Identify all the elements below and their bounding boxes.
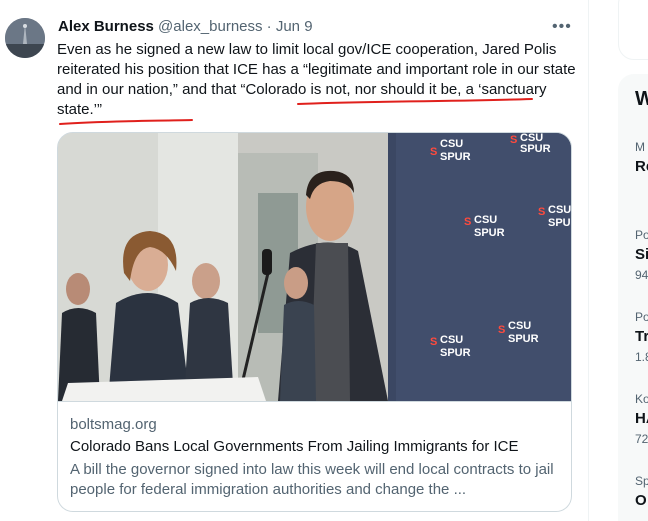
author-avatar[interactable]: [5, 18, 45, 58]
trend-1-category: M: [635, 140, 645, 154]
svg-text:S: S: [464, 216, 471, 228]
backdrop-logo-line2: SPUR: [440, 151, 471, 163]
trend-3-title[interactable]: Tr: [635, 328, 648, 345]
svg-text:SPUR: SPUR: [474, 227, 505, 239]
trend-3-category: Po: [635, 310, 648, 324]
trend-2-category: Po: [635, 228, 648, 242]
tweet-date[interactable]: Jun 9: [276, 18, 313, 35]
trend-4-sub: 72: [635, 432, 648, 446]
svg-text:S: S: [510, 134, 517, 146]
trend-5-category: Sp: [635, 474, 648, 488]
trend-1-title[interactable]: Re: [635, 158, 648, 175]
svg-text:SPUR: SPUR: [440, 347, 471, 359]
trend-2-title[interactable]: Si: [635, 246, 648, 263]
tweet-text-part2: ”: [97, 101, 103, 118]
trend-5-title[interactable]: O: [635, 492, 647, 509]
svg-text:S: S: [538, 206, 545, 218]
card-domain: boltsmag.org: [70, 416, 157, 433]
more-horizontal-icon[interactable]: •••: [552, 18, 572, 36]
trends-heading: W: [635, 88, 648, 110]
card-title[interactable]: Colorado Bans Local Governments From Jai…: [70, 438, 519, 455]
trend-4-category: Ko: [635, 392, 648, 406]
card-info[interactable]: boltsmag.org Colorado Bans Local Governm…: [58, 401, 571, 511]
column-divider: [588, 0, 589, 521]
svg-text:S: S: [430, 336, 437, 348]
trend-2-sub: 94: [635, 268, 648, 282]
backdrop-logo-line1: CSU: [440, 138, 463, 150]
svg-text:CSU: CSU: [440, 334, 463, 346]
trend-3-sub: 1.8: [635, 350, 648, 364]
separator-dot: ·: [266, 18, 272, 35]
svg-text:CSU: CSU: [508, 320, 531, 332]
card-description: A bill the governor signed into law this…: [70, 461, 554, 498]
author-handle[interactable]: @alex_burness: [158, 18, 262, 35]
svg-text:CSU: CSU: [474, 214, 497, 226]
sidebar-top-panel: [618, 0, 648, 60]
svg-text:SPUR: SPUR: [548, 217, 571, 229]
author-name[interactable]: Alex Burness: [58, 18, 154, 35]
svg-text:S: S: [430, 146, 437, 158]
svg-text:CSU: CSU: [548, 204, 571, 216]
tweet-text: Even as he signed a new law to limit loc…: [57, 40, 577, 120]
article-image[interactable]: SCSUSPUR SCSUSPUR SCSUSPUR SCSUSPUR SCSU…: [58, 133, 571, 401]
right-sidebar: W M Re Po Si 94 Po Tr 1.8 Ko HA 72 Sp O: [600, 0, 648, 521]
tweet-header: Alex Burness @alex_burness · Jun 9: [58, 18, 313, 35]
svg-text:SPUR: SPUR: [520, 143, 551, 155]
svg-text:S: S: [498, 324, 505, 336]
trend-4-title[interactable]: HA: [635, 410, 648, 427]
link-preview-card[interactable]: SCSUSPUR SCSUSPUR SCSUSPUR SCSUSPUR SCSU…: [57, 132, 572, 512]
svg-text:SPUR: SPUR: [508, 333, 539, 345]
